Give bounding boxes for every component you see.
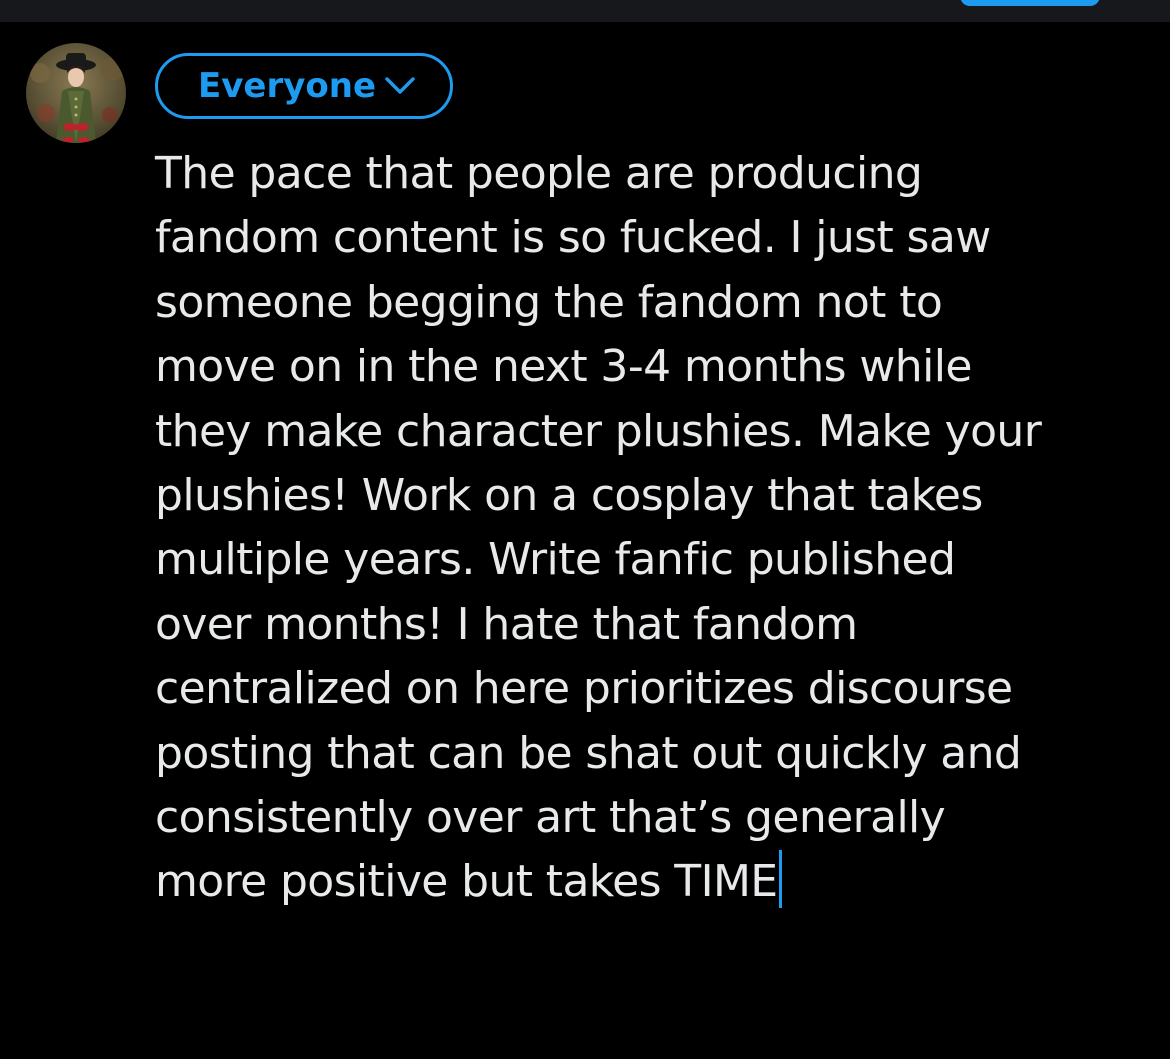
compose-text-area[interactable]: The pace that people are producing fando… <box>155 142 1155 915</box>
avatar[interactable] <box>26 43 126 143</box>
audience-selector-button[interactable]: Everyone <box>155 53 453 119</box>
top-bar <box>0 0 1170 22</box>
chevron-down-icon <box>384 76 416 96</box>
post-button[interactable] <box>960 0 1100 6</box>
avatar-photo <box>26 43 126 143</box>
audience-label: Everyone <box>198 66 377 106</box>
text-caret <box>778 850 782 909</box>
compose-text: The pace that people are producing fando… <box>155 148 1042 908</box>
